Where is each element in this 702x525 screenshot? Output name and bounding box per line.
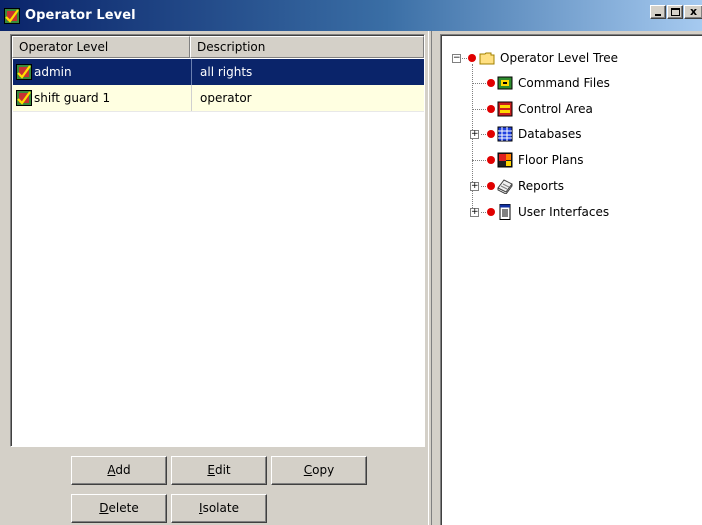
operator-level-name: admin bbox=[34, 65, 72, 79]
table-row[interactable]: admin all rights bbox=[13, 59, 424, 85]
title-bar[interactable]: Operator Level x bbox=[0, 0, 702, 31]
operator-level-icon bbox=[4, 7, 20, 24]
button-bar: Add Edit Copy Delete Isolate bbox=[10, 448, 425, 525]
tree-connector bbox=[472, 83, 486, 84]
operator-level-cell: admin bbox=[13, 59, 191, 85]
minimize-icon bbox=[655, 14, 661, 16]
isolate-button[interactable]: Isolate bbox=[171, 494, 267, 523]
tree-node-dot bbox=[487, 156, 495, 164]
description-cell: all rights bbox=[191, 59, 424, 85]
databases-icon bbox=[497, 126, 513, 142]
maximize-button[interactable] bbox=[667, 5, 683, 19]
tree-node-dot bbox=[487, 105, 495, 113]
list-header: Operator Level Description bbox=[12, 36, 424, 58]
add-button[interactable]: Add bbox=[71, 456, 167, 485]
column-header-description[interactable]: Description bbox=[190, 36, 424, 58]
table-row[interactable]: shift guard 1 operator bbox=[13, 85, 424, 111]
control-area-icon bbox=[497, 101, 513, 117]
tree-root-label[interactable]: Operator Level Tree bbox=[500, 50, 618, 66]
expand-toggle[interactable]: + bbox=[470, 130, 479, 139]
tree-item-label[interactable]: Control Area bbox=[518, 101, 593, 117]
folder-icon bbox=[479, 52, 495, 65]
operator-level-tree[interactable]: − Operator Level Tree Command Files Cont… bbox=[440, 34, 702, 525]
tree-node-dot bbox=[487, 182, 495, 190]
operator-level-list[interactable]: Operator Level Description admin all rig… bbox=[10, 34, 425, 447]
tree-connector bbox=[472, 109, 486, 110]
edit-accelerator: E bbox=[207, 463, 215, 477]
operator-level-icon bbox=[16, 90, 32, 106]
operator-level-icon bbox=[16, 64, 32, 80]
edit-button[interactable]: Edit bbox=[171, 456, 267, 485]
expand-toggle[interactable]: + bbox=[470, 182, 479, 191]
tree-item-label[interactable]: Databases bbox=[518, 126, 582, 142]
column-header-operator-level[interactable]: Operator Level bbox=[12, 36, 190, 58]
tree-item-label[interactable]: Command Files bbox=[518, 75, 610, 91]
description-cell: operator bbox=[191, 85, 424, 111]
minimize-button[interactable] bbox=[650, 5, 666, 19]
tree-connector bbox=[481, 212, 486, 213]
expand-toggle[interactable]: + bbox=[470, 208, 479, 217]
tree-node-dot bbox=[487, 79, 495, 87]
isolate-label-rest: solate bbox=[202, 501, 239, 515]
delete-label-rest: elete bbox=[108, 501, 139, 515]
tree-item-label[interactable]: Reports bbox=[518, 178, 564, 194]
row-divider bbox=[13, 111, 424, 112]
reports-icon bbox=[497, 179, 513, 194]
copy-accelerator: C bbox=[303, 463, 313, 477]
tree-node-dot bbox=[487, 130, 495, 138]
window-title: Operator Level bbox=[25, 8, 136, 23]
tree-connector bbox=[472, 64, 473, 214]
add-label-rest: dd bbox=[115, 463, 131, 477]
copy-button[interactable]: Copy bbox=[271, 456, 367, 485]
floor-plans-icon bbox=[497, 152, 513, 168]
panel-splitter[interactable] bbox=[428, 31, 432, 525]
collapse-toggle[interactable]: − bbox=[452, 54, 461, 63]
operator-level-cell: shift guard 1 bbox=[13, 85, 191, 111]
tree-connector bbox=[472, 160, 486, 161]
edit-label-rest: dit bbox=[214, 463, 231, 477]
tree-item-label[interactable]: Floor Plans bbox=[518, 152, 583, 168]
tree-connector bbox=[481, 186, 486, 187]
delete-accelerator: D bbox=[99, 501, 109, 515]
delete-button[interactable]: Delete bbox=[71, 494, 167, 523]
tree-node-dot bbox=[487, 208, 495, 216]
close-icon: x bbox=[690, 5, 698, 18]
command-files-icon bbox=[497, 76, 513, 90]
tree-connector bbox=[481, 134, 486, 135]
maximize-icon bbox=[671, 8, 680, 16]
user-interfaces-icon bbox=[499, 204, 511, 220]
tree-item-label[interactable]: User Interfaces bbox=[518, 204, 609, 220]
operator-level-name: shift guard 1 bbox=[34, 91, 111, 105]
copy-label-rest: opy bbox=[312, 463, 335, 477]
tree-connector bbox=[462, 58, 467, 59]
close-button[interactable]: x bbox=[684, 5, 702, 19]
tree-node-dot bbox=[468, 54, 476, 62]
